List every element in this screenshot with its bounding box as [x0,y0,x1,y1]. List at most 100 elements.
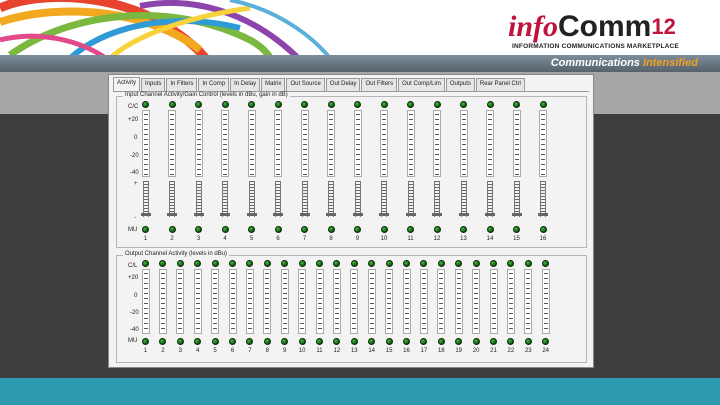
output-mute-button[interactable] [142,338,149,345]
input-fader-handle[interactable] [485,213,495,216]
input-mute-button[interactable] [168,226,176,233]
output-mute-button[interactable] [542,338,550,345]
tab-out-delay[interactable]: Out Delay [325,78,361,92]
output-mute-button[interactable] [229,338,236,345]
meter-tick [143,139,148,140]
output-mute-button[interactable] [368,338,376,345]
input-mute-button[interactable] [486,226,494,233]
output-clip-indicator [524,260,532,267]
input-gain-fader[interactable] [169,181,175,217]
tab-inputs[interactable]: Inputs [141,78,166,92]
input-gain-fader[interactable] [540,181,546,217]
input-fader-handle[interactable] [432,213,442,216]
meter-tick [282,298,287,299]
output-mute-button[interactable] [194,338,202,345]
tab-in-delay[interactable]: In Delay [230,78,261,92]
output-mute-button[interactable] [298,338,306,345]
input-mute-button[interactable] [354,226,361,233]
output-mute-button[interactable] [281,338,289,345]
input-fader-handle[interactable] [405,213,416,216]
input-mute-button[interactable] [460,226,467,233]
meter-tick [160,273,165,274]
output-mute-button[interactable] [316,338,323,345]
output-mute-button[interactable] [507,338,515,345]
output-mute-button[interactable] [333,338,341,345]
footer-bar [0,378,720,405]
tab-outputs[interactable]: Outputs [445,78,475,92]
meter-tick [382,169,386,170]
input-fader-handle[interactable] [458,213,469,216]
input-mute-button[interactable] [407,226,414,233]
input-gain-fader[interactable] [222,181,228,217]
input-fader-handle[interactable] [538,213,548,216]
tab-out-source[interactable]: Out Source [286,78,325,92]
input-gain-fader[interactable] [248,181,255,217]
input-mute-button[interactable] [433,226,441,233]
input-gain-fader[interactable] [460,181,467,217]
output-clip-indicator [142,260,149,267]
input-gain-fader[interactable] [275,181,281,217]
input-gain-fader[interactable] [487,181,493,217]
output-mute-button[interactable] [246,338,254,345]
output-mute-button[interactable] [159,338,167,345]
input-gain-fader[interactable] [407,181,414,217]
input-mute-button[interactable] [513,226,520,233]
output-level-meter [228,269,237,334]
output-mute-button[interactable] [455,338,463,345]
tab-in-filters[interactable]: In Filters [166,78,198,92]
input-mute-button[interactable] [195,226,202,233]
input-fader-handle[interactable] [193,213,204,216]
input-gain-fader[interactable] [142,181,149,217]
meter-tick [541,114,545,115]
output-mute-button[interactable] [176,338,184,345]
input-fader-handle[interactable] [246,213,257,216]
input-gain-fader[interactable] [328,181,334,217]
input-fader-handle[interactable] [273,213,283,216]
input-gain-fader[interactable] [354,181,361,217]
output-mute-button[interactable] [263,338,271,345]
logo-info-text: info [508,10,559,43]
input-mute-button[interactable] [142,226,149,233]
output-mute-button[interactable] [420,338,428,345]
meter-tick [408,154,413,155]
meter-tick [143,114,148,115]
output-mute-button[interactable] [524,338,532,345]
input-fader-handle[interactable] [511,213,522,216]
input-gain-fader[interactable] [513,181,520,217]
tab-in-comp[interactable]: In Comp [198,78,230,92]
input-fader-handle[interactable] [379,213,389,216]
meter-tick [178,313,183,314]
output-mute-button[interactable] [385,338,393,345]
output-mute-button[interactable] [490,338,497,345]
input-gain-fader[interactable] [434,181,440,217]
input-fader-handle[interactable] [220,213,230,216]
input-mute-button[interactable] [221,226,229,233]
input-fader-handle[interactable] [299,213,310,216]
input-fader-handle[interactable] [140,213,151,216]
tab-out-comp-lim[interactable]: Out Comp/Lim [398,78,445,92]
input-gain-fader[interactable] [195,181,202,217]
tab-activity[interactable]: Activity [113,77,141,92]
input-fader-handle[interactable] [326,213,336,216]
output-mute-button[interactable] [350,338,358,345]
input-fader-handle[interactable] [352,213,363,216]
output-mute-button[interactable] [437,338,445,345]
meter-tick [317,313,322,314]
input-gain-fader[interactable] [301,181,308,217]
meter-tick [247,303,252,304]
input-gain-fader[interactable] [381,181,387,217]
tab-matrix[interactable]: Matrix [261,78,286,92]
meter-tick [352,278,357,279]
input-mute-button[interactable] [539,226,547,233]
input-mute-button[interactable] [248,226,255,233]
input-mute-button[interactable] [274,226,282,233]
input-mute-button[interactable] [327,226,335,233]
output-mute-button[interactable] [403,338,410,345]
tab-rear-panel-ctrl[interactable]: Rear Panel Ctrl [475,78,525,92]
tab-out-filters[interactable]: Out Filters [361,78,398,92]
output-mute-button[interactable] [472,338,480,345]
input-mute-button[interactable] [301,226,308,233]
input-mute-button[interactable] [380,226,388,233]
output-mute-button[interactable] [211,338,219,345]
input-fader-handle[interactable] [167,213,177,216]
